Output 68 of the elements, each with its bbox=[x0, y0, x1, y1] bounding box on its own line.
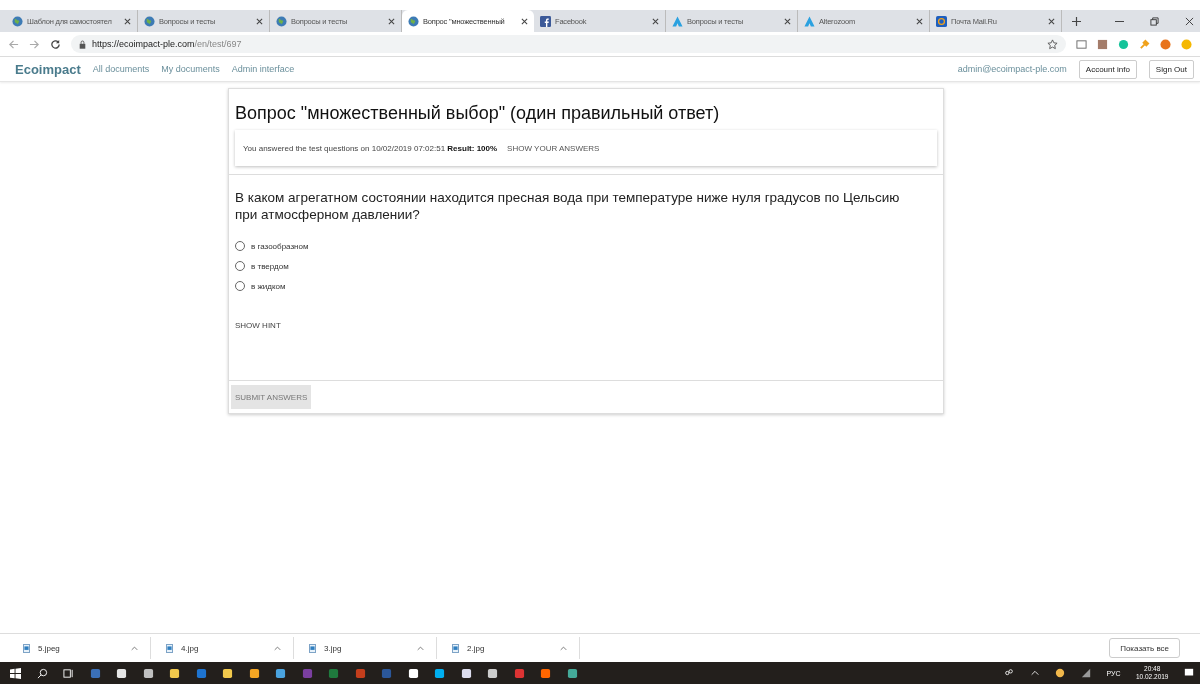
close-icon[interactable] bbox=[256, 17, 263, 25]
globe-icon bbox=[12, 15, 23, 27]
close-icon[interactable] bbox=[916, 17, 923, 25]
show-answers-link[interactable]: SHOW YOUR ANSWERS bbox=[507, 143, 600, 153]
image-file-icon bbox=[166, 643, 173, 653]
close-icon[interactable] bbox=[784, 17, 791, 25]
close-icon[interactable] bbox=[124, 17, 131, 25]
star-icon[interactable] bbox=[1047, 38, 1058, 50]
close-icon[interactable] bbox=[652, 17, 659, 25]
cast-icon[interactable] bbox=[1076, 38, 1087, 50]
wifi-icon[interactable] bbox=[1080, 668, 1091, 678]
option-label[interactable]: в жидком bbox=[251, 281, 286, 291]
taskbar-app-icon[interactable] bbox=[460, 667, 472, 679]
show-all-button[interactable]: Показать все bbox=[1109, 638, 1180, 658]
image-file-icon bbox=[23, 643, 30, 653]
triangle-logo-icon bbox=[672, 15, 683, 27]
new-tab-icon[interactable] bbox=[1072, 16, 1081, 26]
question-text: В каком агрегатном состоянии находится пресная вода при температуре ниже нуля градусов по Цельсию при атмосферном давлении? bbox=[235, 189, 901, 223]
nav-button[interactable]: Sign Out bbox=[1148, 59, 1194, 79]
close-icon[interactable] bbox=[521, 17, 528, 25]
address-field[interactable]: https://ecoimpact-ple.com/en/test/697 bbox=[71, 35, 1066, 53]
taskbar-app-icon[interactable] bbox=[434, 667, 445, 679]
option-label[interactable]: в твердом bbox=[251, 261, 289, 271]
nav-link[interactable]: All documents bbox=[92, 64, 150, 74]
option-label[interactable]: в газообразном bbox=[251, 241, 309, 251]
task-view-icon[interactable] bbox=[63, 667, 74, 679]
download-item[interactable]: 2.jpg bbox=[437, 637, 580, 659]
lock-icon bbox=[79, 39, 86, 49]
reload-icon[interactable] bbox=[50, 38, 61, 50]
taskbar-app-icon[interactable] bbox=[116, 667, 127, 679]
taskbar-app-icon[interactable] bbox=[142, 667, 154, 679]
image-file-icon bbox=[452, 643, 459, 653]
chevron-up-icon[interactable] bbox=[1029, 668, 1040, 678]
url-text: https://ecoimpact-ple.com/en/test/697 bbox=[92, 39, 243, 49]
globe-icon bbox=[408, 15, 419, 27]
tray-app-icon[interactable] bbox=[1055, 668, 1066, 678]
notification-icon[interactable] bbox=[1184, 668, 1194, 678]
image-file-icon bbox=[309, 643, 316, 653]
test-title: Вопрос "множественный выбор" (один правильный ответ) bbox=[235, 103, 721, 124]
download-item[interactable]: 3.jpg bbox=[294, 637, 437, 659]
profile-avatar-icon[interactable] bbox=[1160, 38, 1171, 50]
nav-button[interactable]: Account info bbox=[1078, 59, 1137, 79]
nav-link[interactable]: Admin interface bbox=[231, 64, 295, 74]
taskbar-app-icon[interactable] bbox=[566, 667, 578, 679]
download-item[interactable]: 4.jpg bbox=[151, 637, 294, 659]
taskbar-app-icon[interactable] bbox=[407, 667, 419, 679]
restore-icon[interactable] bbox=[1150, 16, 1159, 26]
taskbar-app-icon[interactable] bbox=[487, 667, 498, 679]
close-icon[interactable] bbox=[1048, 17, 1055, 25]
close-icon[interactable] bbox=[1185, 16, 1194, 26]
taskbar-app-icon[interactable] bbox=[248, 667, 260, 679]
download-item[interactable]: 5.jpeg bbox=[8, 637, 151, 659]
triangle-logo-icon bbox=[804, 15, 815, 27]
site-brand[interactable]: Ecoimpact bbox=[15, 61, 81, 77]
taskbar-app-icon[interactable] bbox=[275, 667, 286, 679]
nav-link[interactable]: My documents bbox=[161, 64, 220, 74]
taskbar-app-icon[interactable] bbox=[222, 667, 233, 679]
user-email: admin@ecoimpact-ple.com bbox=[957, 64, 1067, 74]
result-text: You answered the test questions on 10/02/2019 07:02:51 Result: 100% bbox=[243, 143, 498, 153]
mail-icon bbox=[936, 15, 947, 27]
windows-start-icon[interactable] bbox=[10, 667, 21, 679]
taskbar-app-icon[interactable] bbox=[169, 667, 180, 679]
search-icon[interactable] bbox=[36, 667, 48, 679]
close-icon[interactable] bbox=[388, 17, 395, 25]
facebook-icon bbox=[540, 15, 551, 27]
show-hint-link[interactable]: SHOW HINT bbox=[235, 321, 281, 330]
globe-icon bbox=[276, 15, 287, 27]
globe-icon bbox=[144, 15, 155, 27]
